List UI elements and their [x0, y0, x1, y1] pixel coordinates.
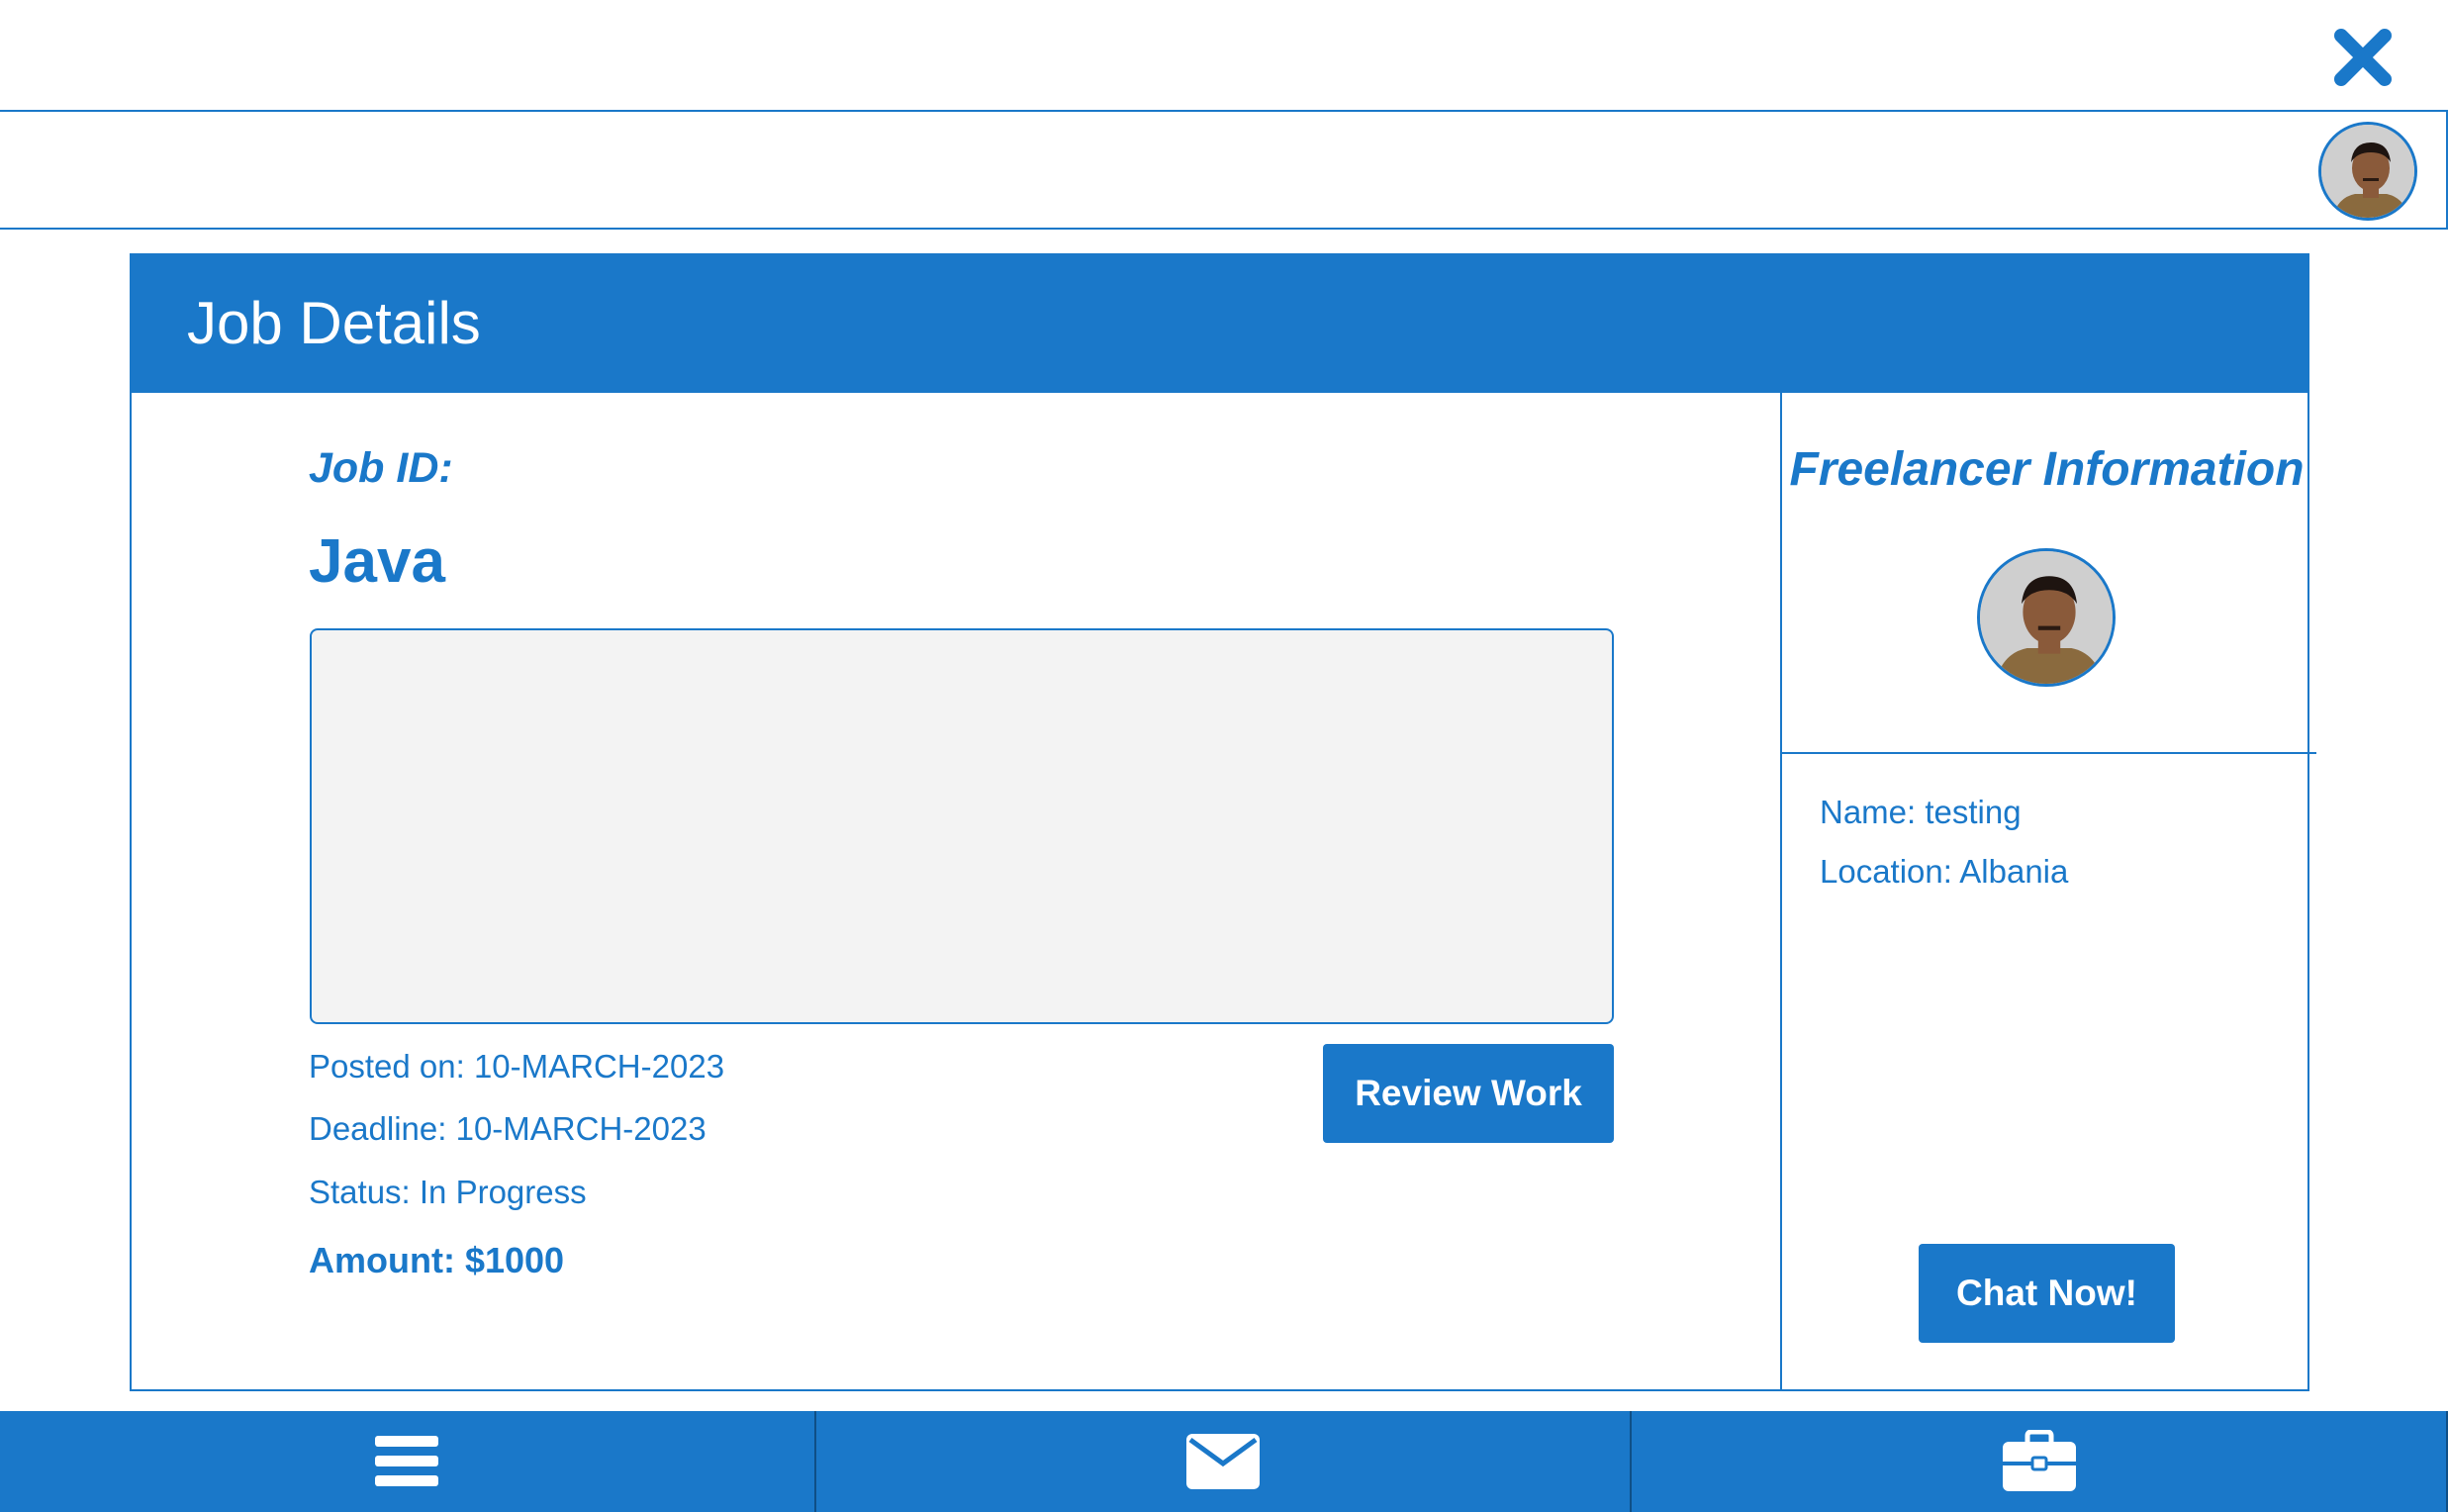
job-id-label: Job ID: [309, 444, 453, 492]
amount-text: Amount: $1000 [309, 1240, 565, 1280]
card-header: Job Details [130, 253, 2309, 393]
freelancer-name: Name: testing [1820, 794, 2022, 830]
briefcase-icon [2002, 1430, 2076, 1491]
chat-now-button[interactable]: Chat Now! [1919, 1244, 2175, 1343]
freelancer-avatar [1977, 548, 2116, 687]
job-description-field[interactable] [310, 628, 1614, 1024]
close-button[interactable] [2331, 26, 2395, 89]
title-bar [0, 0, 2448, 112]
job-info-panel: Job ID: Java Posted on: 10-MARCH-2023 De… [132, 393, 1780, 1391]
nav-jobs[interactable] [1632, 1411, 2448, 1512]
app-header [0, 112, 2448, 230]
nav-messages[interactable] [816, 1411, 1633, 1512]
freelancer-avatar-icon [1980, 551, 2113, 684]
review-work-button[interactable]: Review Work [1323, 1044, 1614, 1143]
freelancer-location: Location: Albania [1820, 853, 2069, 890]
freelancer-info-title: Freelancer Information [1789, 443, 2305, 496]
divider [1782, 752, 2316, 754]
close-icon [2334, 29, 2392, 86]
user-avatar[interactable] [2318, 122, 2417, 221]
envelope-icon [1186, 1434, 1260, 1489]
status-text: Status: In Progress [309, 1174, 587, 1210]
job-title: Java [309, 527, 445, 596]
nav-menu[interactable] [0, 1411, 816, 1512]
freelancer-panel: Freelancer Information Name: testing Loc… [1780, 393, 2316, 1391]
bottom-nav [0, 1411, 2448, 1512]
page-title: Job Details [187, 290, 481, 356]
posted-on-text: Posted on: 10-MARCH-2023 [309, 1048, 725, 1085]
menu-icon [375, 1436, 439, 1486]
user-avatar-icon [2321, 125, 2414, 218]
deadline-text: Deadline: 10-MARCH-2023 [309, 1110, 706, 1147]
job-details-card: Job Details Job ID: Java Posted on: 10-M… [130, 253, 2316, 1391]
